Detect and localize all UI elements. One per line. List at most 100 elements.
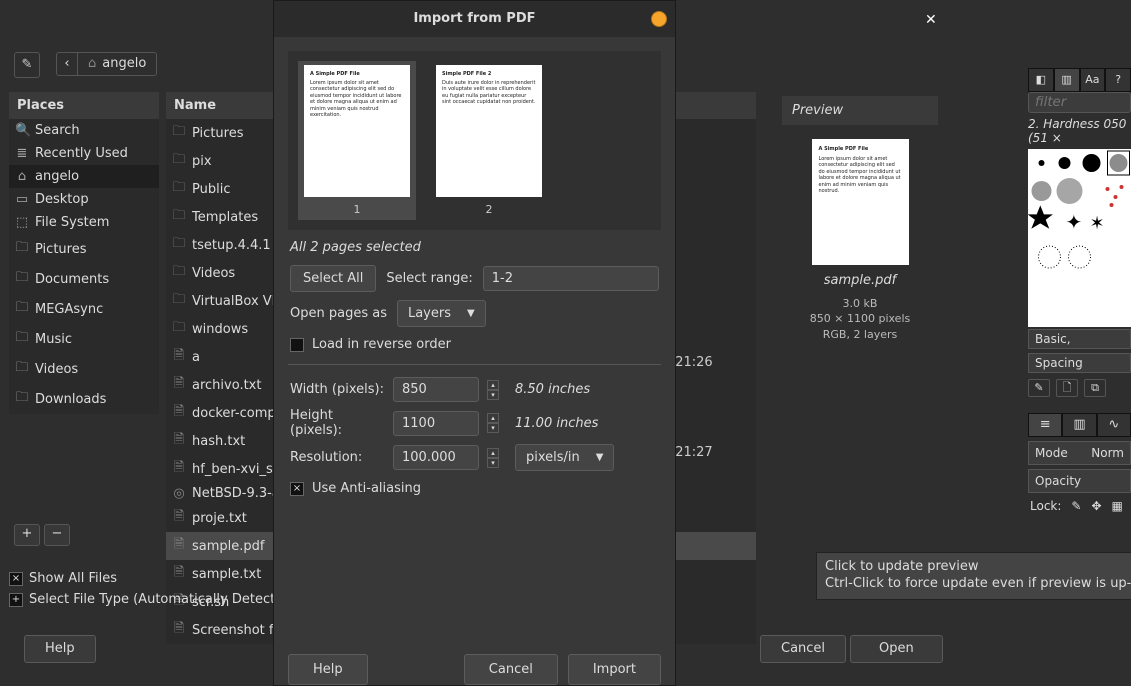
brush-edit-icon[interactable]: ✎ [1028,379,1050,397]
brush-new-icon[interactable]: 🗋 [1056,379,1078,397]
show-all-files-toggle[interactable]: Show All Files [9,568,297,589]
pdf-icon: 🗎 [172,535,186,557]
tab-layers[interactable]: ≡ [1028,413,1062,437]
dialog-titlebar[interactable]: Import from PDF [274,1,675,37]
lock-move-icon[interactable]: ✥ [1091,499,1101,513]
place-recent[interactable]: ≣Recently Used [9,142,159,165]
file-icon: 🗎 [172,402,186,424]
toolbox-icon[interactable]: ✎ [14,52,40,78]
preview-tooltip: Click to update preview Ctrl-Click to fo… [816,552,1131,600]
folder-icon: 🗀 [172,234,186,256]
height-hint: 11.00 inches [515,416,598,431]
brush-grid[interactable]: ✦ ✶ [1028,149,1131,327]
resolution-spinner[interactable]: ▴▾ [487,448,499,468]
layer-opacity[interactable]: Opacity [1028,469,1131,493]
checkbox-unchecked-icon [290,338,304,352]
cancel-button[interactable]: Cancel [760,635,846,663]
load-reverse-checkbox[interactable]: Load in reverse order [290,337,659,352]
file-icon: 🗎 [172,374,186,396]
preview-thumbnail[interactable]: A Simple PDF File Lorem ipsum dolor sit … [812,139,909,265]
width-spinner[interactable]: ▴▾ [487,380,499,400]
resolution-unit-dropdown[interactable]: pixels/in ▼ [515,444,614,471]
width-input[interactable]: 850 [393,377,479,402]
tab-brushes[interactable]: ▥ [1054,68,1080,92]
place-downloads[interactable]: 🗀Downloads [9,384,159,414]
desktop-icon: ▭ [15,192,29,207]
place-desktop[interactable]: ▭Desktop [9,188,159,211]
select-range-label: Select range: [386,271,472,286]
search-icon: 🔍 [15,123,29,138]
dlg-help-button[interactable]: Help [288,654,368,685]
antialias-checkbox[interactable]: Use Anti-aliasing [290,481,659,496]
folder-icon: 🗀 [172,262,186,284]
chevron-down-icon: ▼ [596,452,604,463]
preview-meta: 3.0 kB 850 × 1100 pixels RGB, 2 layers [782,296,938,342]
pdf-page-1[interactable]: A Simple PDF FileLorem ipsum dolor sit a… [298,61,416,220]
tab-gradients[interactable]: ◧ [1028,68,1054,92]
checkbox-checked-icon [9,572,23,586]
disk-icon: ◎ [172,486,186,501]
select-all-button[interactable]: Select All [290,265,376,292]
folder-icon: 🗀 [172,178,186,200]
resolution-input[interactable]: 100.000 [393,445,479,470]
pdf-page-2[interactable]: Simple PDF File 2Duis aute irure dolor i… [430,61,548,220]
width-label: Width (pixels): [290,382,385,397]
height-input[interactable]: 1100 [393,411,479,436]
checkbox-checked-icon [290,482,304,496]
file-icon: 🗎 [172,507,186,529]
pdf-page-thumbs: A Simple PDF FileLorem ipsum dolor sit a… [288,51,661,230]
brush-filter-input[interactable] [1028,92,1131,113]
pages-selected-label: All 2 pages selected [290,240,659,255]
preview-header: Preview [782,96,938,125]
height-spinner[interactable]: ▴▾ [487,413,499,433]
file-icon: 🗎 [172,458,186,480]
brush-dup-icon[interactable]: ⧉ [1084,379,1106,397]
files-name-header[interactable]: Name [174,98,216,113]
right-dock: ◧ ▥ Aa ? 2. Hardness 050 (51 × ✦ ✶ Basic… [1028,68,1131,519]
svg-text:✦: ✦ [1066,210,1083,234]
place-documents[interactable]: 🗀Documents [9,264,159,294]
dialog-close-button[interactable] [651,11,667,27]
tab-paths[interactable]: ∿ [1097,413,1131,437]
tab-fonts[interactable]: Aa [1080,68,1106,92]
svg-text:✶: ✶ [1090,213,1105,234]
open-button[interactable]: Open [850,635,943,663]
dlg-import-button[interactable]: Import [568,654,661,685]
place-search[interactable]: 🔍Search [9,119,159,142]
dlg-cancel-button[interactable]: Cancel [464,654,558,685]
folder-icon: 🗀 [15,388,29,410]
place-videos[interactable]: 🗀Videos [9,354,159,384]
select-file-type-expander[interactable]: Select File Type (Automatically Detected… [9,589,297,610]
lock-alpha-icon[interactable]: ▦ [1112,499,1123,513]
add-bookmark-button[interactable]: + [14,524,40,546]
select-range-input[interactable]: 1-2 [483,266,659,291]
folder-icon: 🗀 [172,318,186,340]
expand-icon [9,593,23,607]
file-icon: 🗎 [172,430,186,452]
place-filesystem[interactable]: ⬚File System [9,211,159,234]
place-megasync[interactable]: 🗀MEGAsync [9,294,159,324]
layer-lock: Lock: ✎ ✥ ▦ [1028,493,1131,519]
tab-channels[interactable]: ▥ [1062,413,1096,437]
folder-icon: 🗀 [172,122,186,144]
import-pdf-dialog: Import from PDF A Simple PDF FileLorem i… [273,0,676,686]
remove-bookmark-button[interactable]: − [44,524,70,546]
height-label: Height (pixels): [290,408,385,438]
place-music[interactable]: 🗀Music [9,324,159,354]
folder-icon: 🗀 [172,206,186,228]
place-home[interactable]: ⌂angelo [9,165,159,188]
file-icon: 🗎 [172,346,186,368]
location-back-button[interactable]: ‹ [56,52,78,76]
brush-name-label: 2. Hardness 050 (51 × [1028,113,1131,149]
location-current[interactable]: ⌂angelo [78,52,157,76]
folder-icon: 🗀 [15,328,29,350]
place-pictures[interactable]: 🗀Pictures [9,234,159,264]
help-button[interactable]: Help [24,635,96,663]
layer-mode[interactable]: ModeNorm [1028,441,1131,465]
places-pane: Places 🔍Search ≣Recently Used ⌂angelo ▭D… [9,92,159,414]
filechooser-close-icon[interactable]: ✕ [925,12,937,28]
open-pages-as-dropdown[interactable]: Layers ▼ [397,300,486,327]
lock-paint-icon[interactable]: ✎ [1071,499,1081,513]
brush-spacing[interactable]: Spacing [1028,353,1131,373]
tab-help[interactable]: ? [1105,68,1131,92]
